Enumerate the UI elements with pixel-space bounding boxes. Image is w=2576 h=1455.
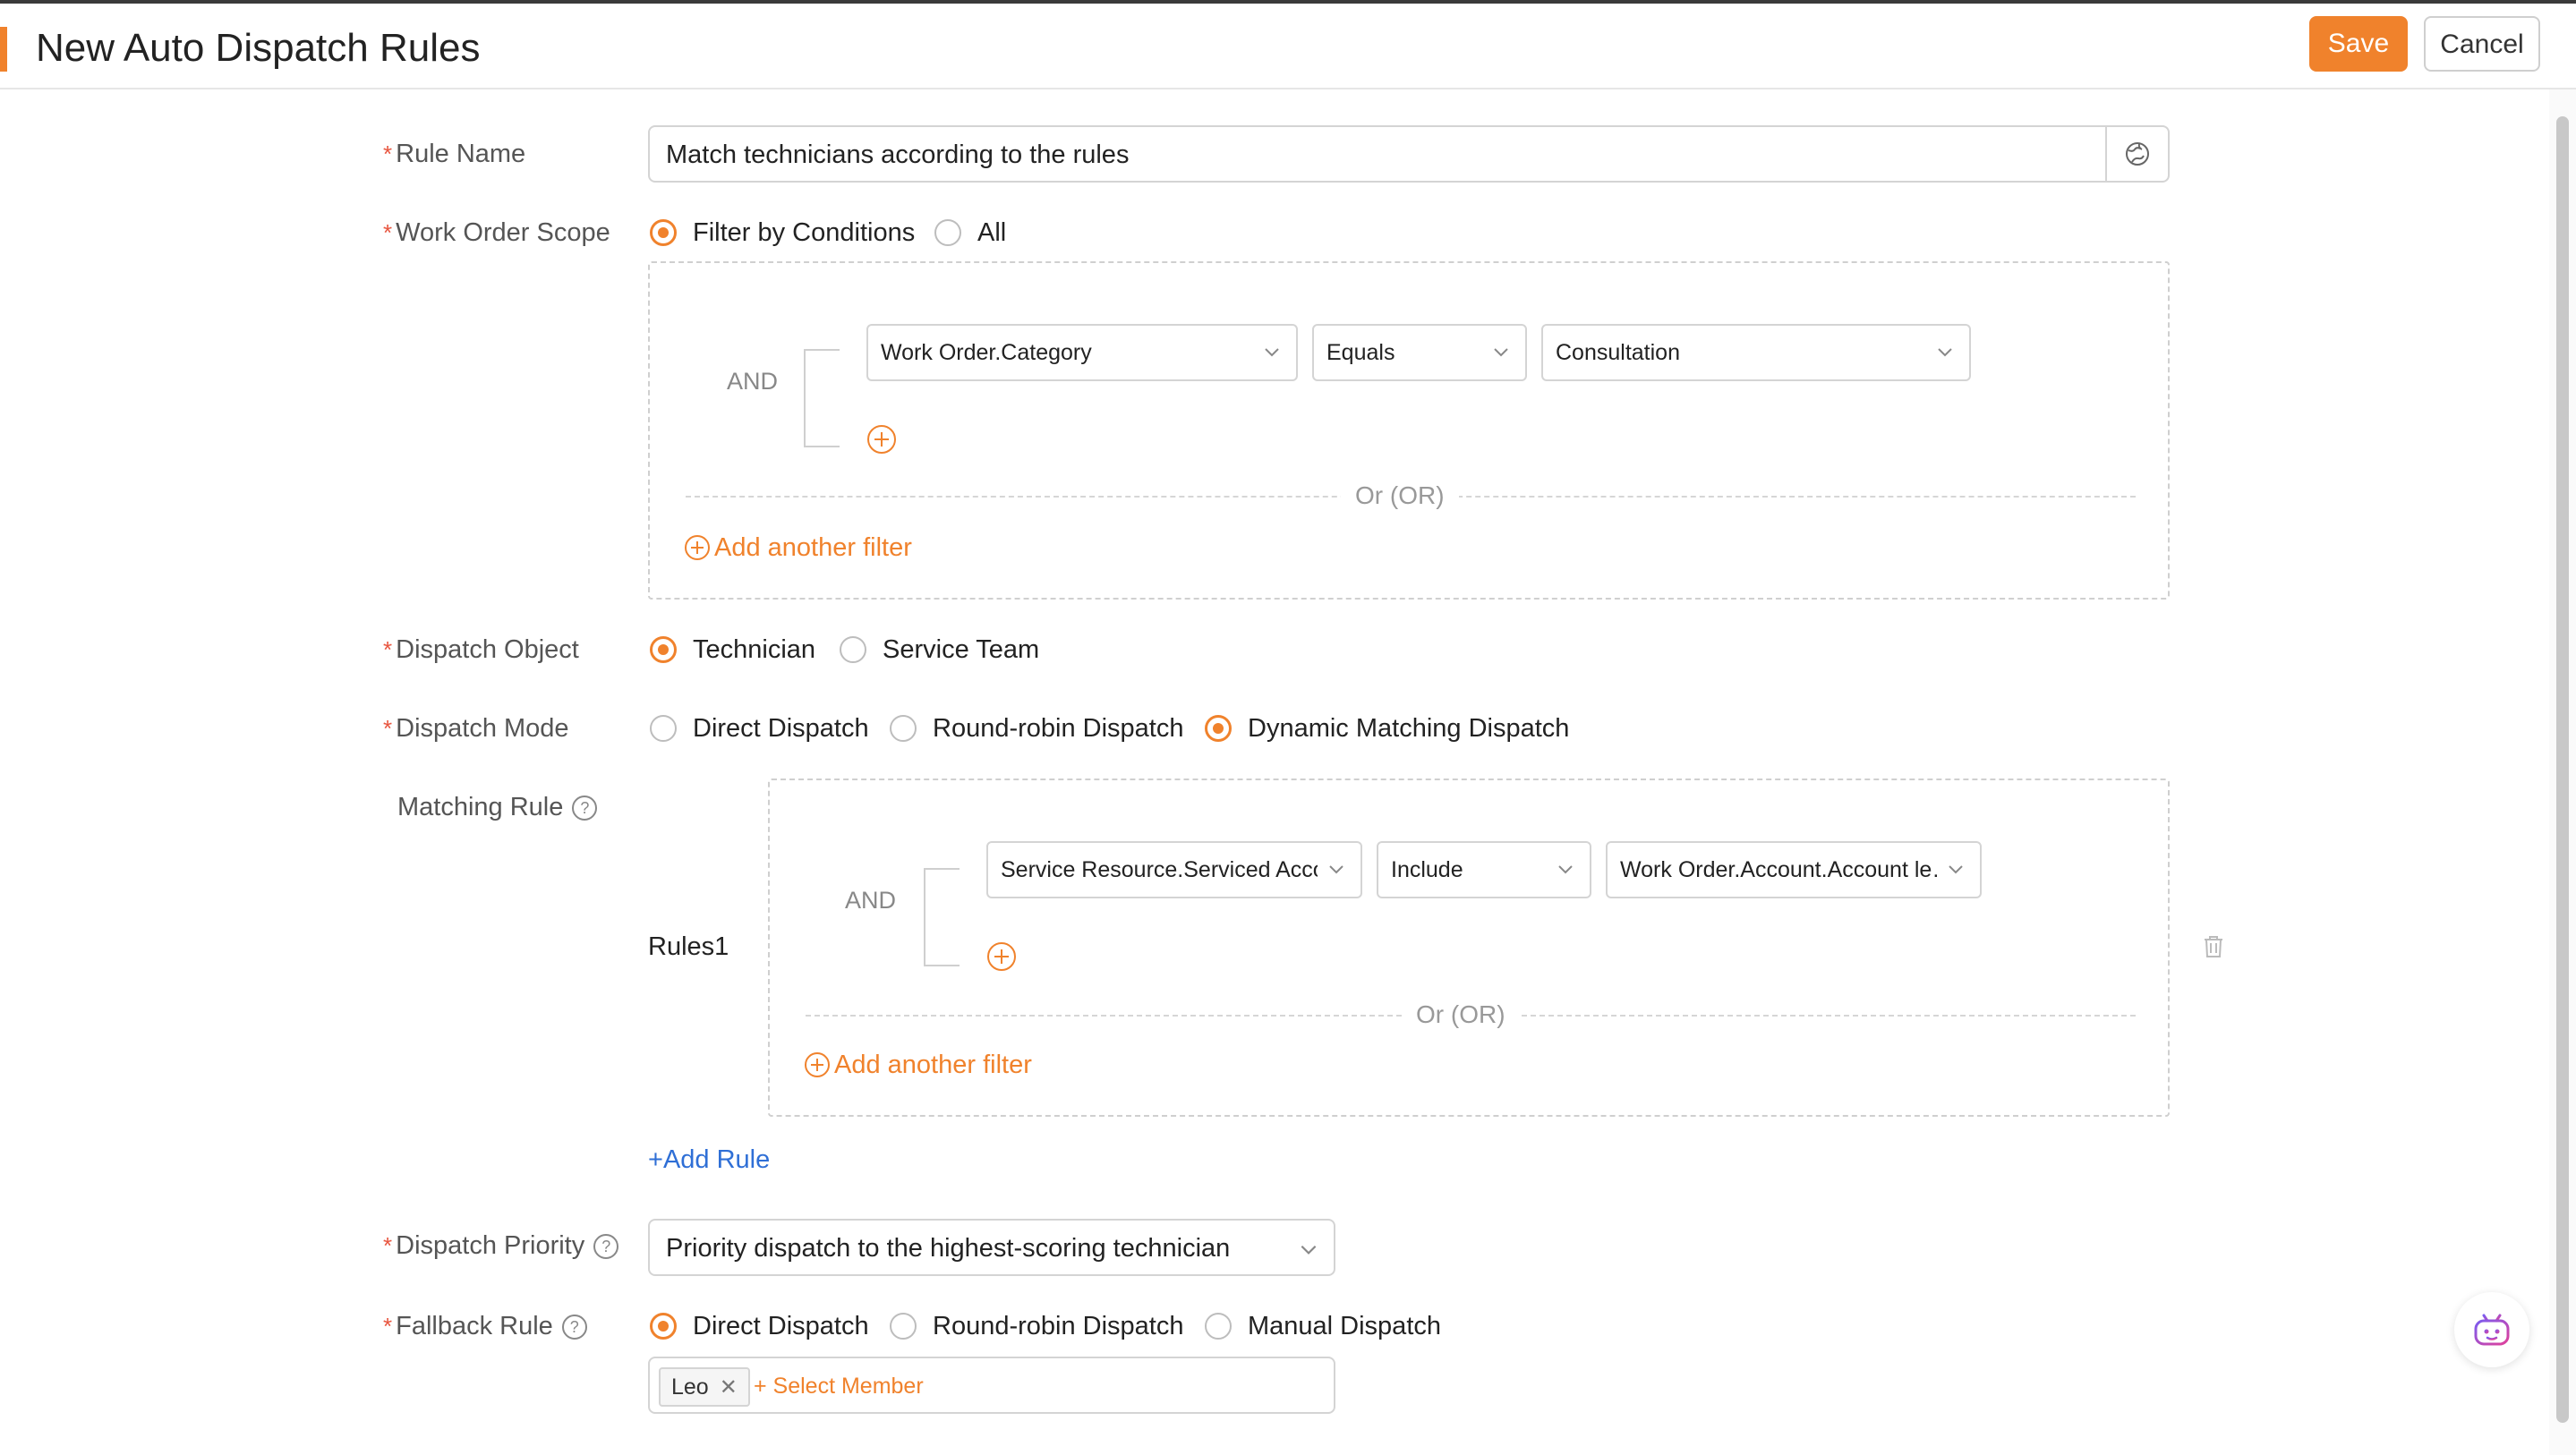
work-order-scope-label: * Work Order Scope xyxy=(383,218,610,247)
matching-rule-label: Matching Rule? xyxy=(397,789,598,825)
scope-operator-select[interactable]: Equals xyxy=(1312,324,1527,381)
chevron-down-icon xyxy=(1949,865,1963,874)
robot-icon xyxy=(2474,1314,2510,1346)
rule-name-rules1: Rules1 xyxy=(648,932,729,961)
dispatch-priority-label: * Dispatch Priority? xyxy=(383,1228,619,1264)
radio-checked-icon xyxy=(650,1313,677,1340)
matching-rule-filter-box: AND Service Resource.Serviced Acco Inclu… xyxy=(768,779,2170,1117)
fallback-round-robin-radio[interactable]: Round-robin Dispatch xyxy=(890,1308,1183,1344)
dispatch-object-technician-radio[interactable]: Technician xyxy=(650,632,815,668)
chevron-down-icon xyxy=(1558,865,1573,874)
dispatch-object-service-team-radio[interactable]: Service Team xyxy=(840,632,1039,668)
radio-checked-icon xyxy=(650,636,677,663)
or-label: Or (OR) xyxy=(1402,999,1520,1031)
page-header: New Auto Dispatch Rules Save Cancel xyxy=(0,4,2576,89)
scope-filter-box: AND Work Order.Category Equals Consultat… xyxy=(648,261,2170,600)
radio-checked-icon xyxy=(650,219,677,246)
help-icon[interactable]: ? xyxy=(561,1315,587,1340)
or-label: Or (OR) xyxy=(1341,480,1459,512)
scrollbar-thumb[interactable] xyxy=(2556,116,2569,1423)
help-icon[interactable]: ? xyxy=(572,796,598,821)
globe-icon xyxy=(2126,142,2149,166)
save-button[interactable]: Save xyxy=(2309,16,2408,72)
rule-name-value: Match technicians according to the rules xyxy=(666,140,1130,169)
radio-checked-icon xyxy=(1205,715,1232,742)
scope-field-select[interactable]: Work Order.Category xyxy=(866,324,1298,381)
trash-icon[interactable] xyxy=(2202,934,2225,959)
matching-value-select[interactable]: Work Order.Account.Account le… xyxy=(1606,841,1982,898)
fallback-manual-radio[interactable]: Manual Dispatch xyxy=(1205,1308,1441,1344)
fallback-rule-label: * Fallback Rule? xyxy=(383,1308,587,1344)
and-bracket xyxy=(924,868,960,966)
close-icon[interactable]: ✕ xyxy=(720,1374,738,1400)
and-connector: AND xyxy=(845,887,897,914)
chevron-down-icon xyxy=(1329,865,1343,874)
page-title: New Auto Dispatch Rules xyxy=(36,26,481,70)
radio-unchecked-icon xyxy=(890,1313,917,1340)
rule-name-input[interactable]: Match technicians according to the rules xyxy=(648,125,2170,183)
add-condition-icon[interactable] xyxy=(986,941,1017,972)
member-tag: Leo ✕ xyxy=(659,1367,750,1407)
dispatch-priority-select[interactable]: Priority dispatch to the highest-scoring… xyxy=(648,1219,1335,1276)
scope-all-radio[interactable]: All xyxy=(934,215,1006,251)
plus-circle-icon xyxy=(685,535,710,560)
add-another-filter-link[interactable]: Add another filter xyxy=(684,530,912,566)
member-select-field[interactable]: Leo ✕ + Select Member xyxy=(648,1357,1335,1414)
scope-value-select[interactable]: Consultation xyxy=(1541,324,1971,381)
dispatch-mode-direct-radio[interactable]: Direct Dispatch xyxy=(650,710,869,746)
add-rule-link[interactable]: +Add Rule xyxy=(648,1142,770,1178)
chevron-down-icon xyxy=(1265,348,1279,357)
scope-filter-radio[interactable]: Filter by Conditions xyxy=(650,215,915,251)
add-condition-icon[interactable] xyxy=(866,424,897,455)
plus-icon: + xyxy=(648,1145,663,1174)
plus-circle-icon xyxy=(805,1052,830,1077)
add-another-filter-link[interactable]: Add another filter xyxy=(804,1047,1032,1083)
matching-operator-select[interactable]: Include xyxy=(1377,841,1591,898)
cancel-button[interactable]: Cancel xyxy=(2424,16,2540,72)
chevron-down-icon xyxy=(1494,348,1508,357)
chevron-down-icon xyxy=(1301,1245,1317,1255)
and-connector: AND xyxy=(727,368,779,395)
dispatch-mode-label: * Dispatch Mode xyxy=(383,714,569,743)
dispatch-mode-round-robin-radio[interactable]: Round-robin Dispatch xyxy=(890,710,1183,746)
select-member-link[interactable]: + Select Member xyxy=(754,1358,924,1414)
radio-unchecked-icon xyxy=(840,636,866,663)
radio-unchecked-icon xyxy=(890,715,917,742)
dispatch-object-label: * Dispatch Object xyxy=(383,635,579,664)
rule-name-label: * Rule Name xyxy=(383,140,526,168)
title-accent-bar xyxy=(0,27,7,72)
help-icon[interactable]: ? xyxy=(593,1234,619,1260)
fallback-direct-radio[interactable]: Direct Dispatch xyxy=(650,1308,869,1344)
radio-unchecked-icon xyxy=(1205,1313,1232,1340)
translate-button[interactable] xyxy=(2105,127,2168,181)
dispatch-mode-dynamic-radio[interactable]: Dynamic Matching Dispatch xyxy=(1205,710,1569,746)
radio-unchecked-icon xyxy=(650,715,677,742)
assistant-button[interactable] xyxy=(2454,1292,2529,1367)
and-bracket xyxy=(804,349,840,447)
radio-unchecked-icon xyxy=(934,219,961,246)
chevron-down-icon xyxy=(1938,348,1952,357)
matching-field-select[interactable]: Service Resource.Serviced Acco xyxy=(986,841,1362,898)
